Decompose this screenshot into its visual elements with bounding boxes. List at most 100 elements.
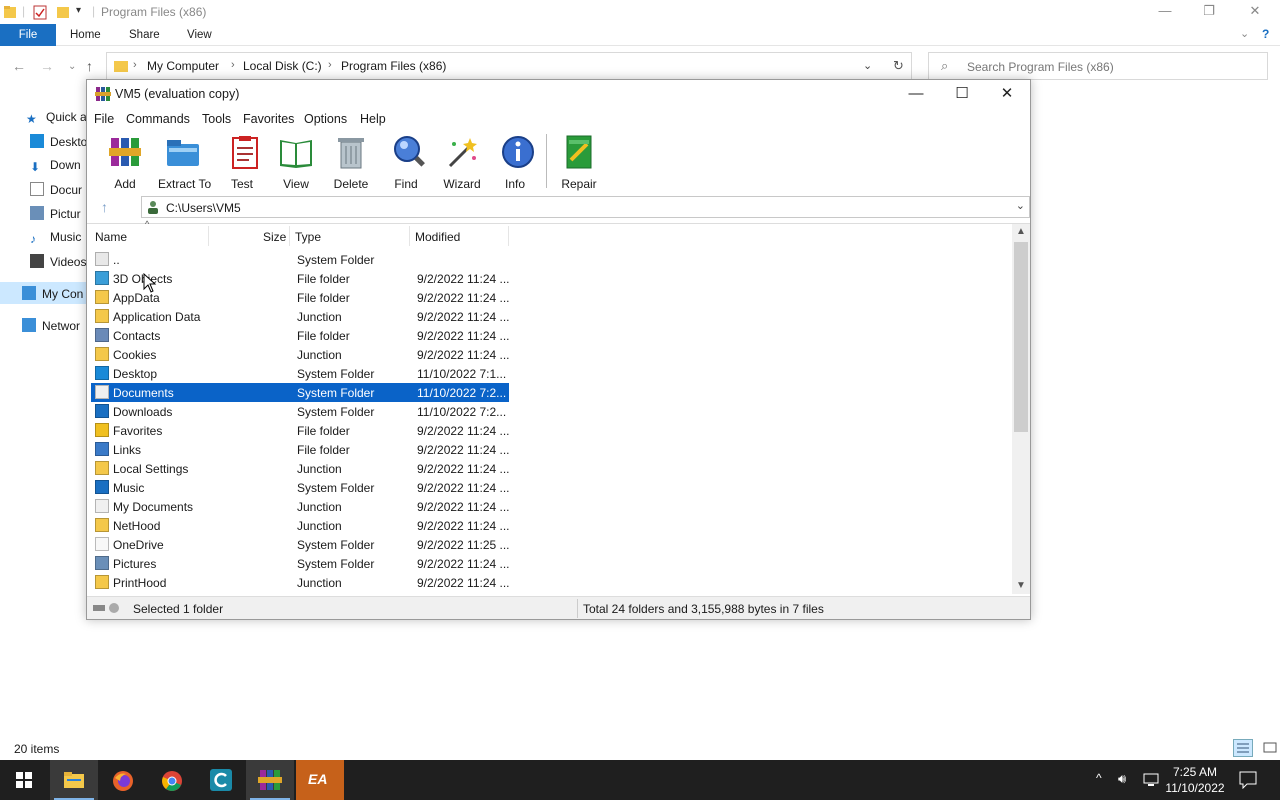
column-modified[interactable]: Modified — [415, 230, 460, 244]
info-button[interactable]: Info — [500, 134, 534, 191]
minimize-button[interactable]: — — [1142, 0, 1188, 24]
minimize-button[interactable]: — — [893, 80, 939, 108]
expand-ribbon-icon[interactable]: ⌄ — [1240, 27, 1249, 40]
menu-commands[interactable]: Commands — [126, 112, 190, 126]
breadcrumb-local-disk[interactable]: Local Disk (C:) — [243, 59, 322, 73]
notifications-icon[interactable] — [1239, 771, 1257, 789]
column-separator[interactable] — [208, 226, 209, 246]
sidebar-item-quick-access[interactable]: ★ Quick a — [26, 110, 87, 130]
table-row[interactable]: Pictures System Folder 9/2/2022 11:24 ... — [91, 554, 510, 573]
sidebar-item-videos[interactable]: Videos — [30, 254, 86, 274]
table-row[interactable]: Local Settings Junction 9/2/2022 11:24 ... — [91, 459, 510, 478]
volume-icon[interactable]: 🔊︎ — [1118, 771, 1126, 811]
sidebar-item-downloads[interactable]: ⬇ Down — [30, 158, 81, 178]
breadcrumb-my-computer[interactable]: My Computer — [147, 59, 219, 73]
start-button[interactable] — [0, 760, 48, 800]
column-separator[interactable] — [409, 226, 410, 246]
taskbar-chrome[interactable] — [148, 760, 196, 800]
table-row[interactable]: Favorites File folder 9/2/2022 11:24 ... — [91, 421, 510, 440]
sidebar-item-music[interactable]: ♪ Music — [30, 230, 81, 250]
tab-home[interactable]: Home — [58, 24, 113, 46]
find-button[interactable]: Find — [391, 134, 425, 191]
table-row[interactable]: Cookies Junction 9/2/2022 11:24 ... — [91, 345, 510, 364]
file-name: Documents — [113, 386, 174, 400]
scrollbar-thumb[interactable] — [1014, 242, 1028, 432]
menu-file[interactable]: File — [94, 112, 114, 126]
tab-share[interactable]: Share — [117, 24, 172, 46]
close-button[interactable]: ✕ — [1232, 0, 1278, 24]
refresh-icon[interactable]: ↻ — [893, 58, 904, 74]
search-input[interactable]: ⌕ Search Program Files (x86) — [928, 52, 1268, 80]
sidebar-item-documents[interactable]: Docur — [30, 182, 82, 202]
table-row[interactable]: Contacts File folder 9/2/2022 11:24 ... — [91, 326, 510, 345]
add-button[interactable]: Add — [107, 134, 143, 191]
new-folder-icon[interactable] — [56, 4, 70, 20]
vertical-scrollbar[interactable]: ▲ ▼ — [1012, 224, 1030, 594]
maximize-button[interactable]: ☐ — [939, 80, 985, 108]
large-icons-view-icon[interactable] — [1262, 739, 1278, 757]
address-dropdown-icon[interactable]: ⌄ — [863, 59, 872, 72]
menu-favorites[interactable]: Favorites — [243, 112, 294, 126]
sidebar-item-my-computer[interactable]: My Con — [22, 286, 83, 306]
sidebar-item-desktop[interactable]: Deskto — [30, 134, 87, 154]
scroll-down-icon[interactable]: ▼ — [1016, 580, 1026, 591]
network-icon[interactable] — [1142, 772, 1160, 788]
table-row[interactable]: Music System Folder 9/2/2022 11:24 ... — [91, 478, 510, 497]
quick-access-dropdown-icon[interactable]: ▾ — [76, 5, 81, 16]
table-row[interactable]: OneDrive System Folder 9/2/2022 11:25 ... — [91, 535, 510, 554]
recent-locations-icon[interactable]: ⌄ — [68, 61, 76, 72]
close-button[interactable]: ✕ — [984, 80, 1030, 108]
forward-icon[interactable]: → — [40, 58, 54, 74]
column-type[interactable]: Type — [295, 230, 321, 244]
taskbar-winrar[interactable] — [246, 760, 294, 800]
scroll-up-icon[interactable]: ▲ — [1016, 226, 1026, 237]
delete-button[interactable]: Delete — [332, 134, 370, 191]
clock-time: 7:25 AM — [1172, 765, 1218, 779]
taskbar-file-explorer[interactable] — [50, 760, 98, 800]
taskbar-ea-app[interactable]: EA — [296, 760, 344, 800]
table-row[interactable]: Application Data Junction 9/2/2022 11:24 .… — [91, 307, 510, 326]
view-button[interactable]: View — [276, 134, 316, 191]
column-size[interactable]: Size — [263, 230, 286, 244]
tab-view[interactable]: View — [175, 24, 224, 46]
show-hidden-icons-icon[interactable]: ^ — [1096, 771, 1102, 811]
menu-options[interactable]: Options — [304, 112, 347, 126]
extract-to-button[interactable]: Extract To — [158, 134, 211, 191]
details-view-icon[interactable] — [1233, 739, 1253, 757]
menu-tools[interactable]: Tools — [202, 112, 231, 126]
repair-button[interactable]: Repair — [561, 134, 597, 191]
restore-button[interactable]: ❐ — [1186, 0, 1232, 24]
column-separator[interactable] — [289, 226, 290, 246]
system-clock[interactable]: 7:25 AM 11/10/2022 — [1160, 764, 1230, 796]
up-icon[interactable]: ↑ — [86, 58, 93, 74]
taskbar-ccleaner[interactable] — [197, 760, 245, 800]
table-row[interactable]: Links File folder 9/2/2022 11:24 ... — [91, 440, 510, 459]
path-dropdown-icon[interactable]: ⌄ — [1016, 199, 1025, 212]
up-one-level-icon[interactable]: ↑ — [101, 199, 108, 215]
column-name[interactable]: Name — [95, 230, 127, 244]
sidebar-item-pictures[interactable]: Pictur — [30, 206, 81, 226]
taskbar-firefox[interactable] — [99, 760, 147, 800]
table-row[interactable]: Documents System Folder 11/10/2022 7:2... — [91, 383, 509, 402]
table-row[interactable]: PrintHood Junction 9/2/2022 11:24 ... — [91, 573, 510, 592]
column-separator[interactable] — [508, 226, 509, 246]
file-explorer-icon — [64, 772, 84, 788]
help-icon[interactable]: ? — [1262, 27, 1269, 41]
test-button[interactable]: Test — [227, 134, 258, 191]
breadcrumb-program-files[interactable]: Program Files (x86) — [341, 59, 446, 73]
path-input[interactable]: C:\Users\VM5 ⌄ — [141, 196, 1030, 218]
menu-help[interactable]: Help — [360, 112, 386, 126]
file-type: System Folder — [297, 481, 375, 495]
sidebar-item-network[interactable]: Networ — [22, 318, 80, 338]
table-row[interactable]: My Documents Junction 9/2/2022 11:24 ... — [91, 497, 510, 516]
address-bar[interactable]: › My Computer › Local Disk (C:) › Progra… — [106, 52, 912, 80]
table-row[interactable]: Downloads System Folder 11/10/2022 7:2... — [91, 402, 509, 421]
tab-file[interactable]: File — [0, 24, 56, 46]
properties-icon[interactable] — [33, 4, 47, 20]
file-modified: 11/10/2022 7:1... — [417, 367, 507, 381]
table-row[interactable]: NetHood Junction 9/2/2022 11:24 ... — [91, 516, 510, 535]
back-icon[interactable]: ← — [12, 58, 26, 74]
table-row[interactable]: Desktop System Folder 11/10/2022 7:1... — [91, 364, 509, 383]
wizard-button[interactable]: Wizard — [443, 134, 481, 191]
table-row[interactable]: .. System Folder — [91, 250, 509, 269]
